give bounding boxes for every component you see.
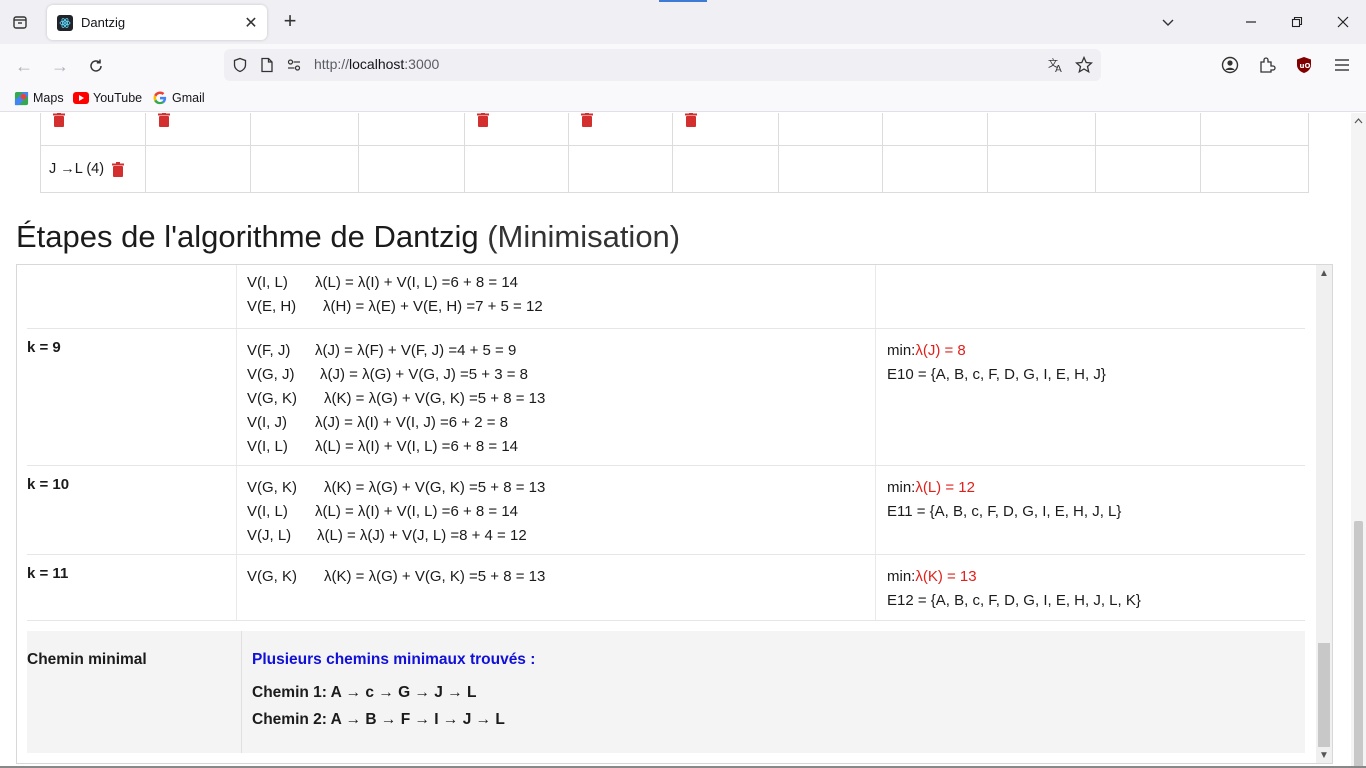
calc-line: V(G, J) λ(J) = λ(G) + V(G, J) =5 + 3 = 8 bbox=[247, 366, 528, 383]
minimal-path-label: Chemin minimal bbox=[27, 651, 147, 668]
page-scrollbar-thumb[interactable] bbox=[1354, 521, 1363, 768]
steps-panel[interactable]: V(I, L) λ(L) = λ(I) + V(I, L) =6 + 8 = 14… bbox=[16, 264, 1333, 764]
active-tab[interactable]: Dantzig ✕ bbox=[47, 5, 267, 40]
minimal-path-row: Chemin minimal Plusieurs chemins minimau… bbox=[27, 631, 1305, 753]
table-row: J →L (4) bbox=[40, 145, 1309, 193]
react-icon bbox=[57, 14, 73, 31]
step-row: k = 11 V(G, K) λ(K) = λ(G) + V(G, K) =5 +… bbox=[27, 555, 1305, 621]
step-row: V(I, L) λ(L) = λ(I) + V(I, L) =6 + 8 = 14… bbox=[27, 265, 1305, 329]
maps-icon bbox=[13, 90, 29, 106]
ublock-icon[interactable]: uO bbox=[1292, 53, 1316, 77]
step-row: k = 9 V(F, J) λ(J) = λ(F) + V(F, J) =4 + … bbox=[27, 329, 1305, 466]
calc-line: V(G, K) λ(K) = λ(G) + V(G, K) =5 + 8 = 13 bbox=[247, 568, 546, 585]
path-1: Chemin 1: A → c → G → J → L bbox=[252, 684, 477, 701]
step-calculations: V(G, K) λ(K) = λ(G) + V(G, K) =5 + 8 = 13… bbox=[247, 466, 876, 554]
google-icon bbox=[152, 90, 168, 106]
step-result: min:λ(L) = 12 E11 = {A, B, c, F, D, G, I… bbox=[887, 466, 1305, 524]
extensions-icon[interactable] bbox=[1255, 53, 1279, 77]
navigation-bar: ← → http://localhost:3000 文A uO bbox=[0, 44, 1366, 86]
calc-line: V(I, L) λ(L) = λ(I) + V(I, L) =6 + 8 = 14 bbox=[247, 503, 519, 520]
scroll-up-icon[interactable]: ▲ bbox=[1316, 265, 1332, 281]
scrollbar-thumb[interactable] bbox=[1318, 643, 1330, 747]
min-value: λ(J) = 8 bbox=[915, 342, 966, 359]
min-value: λ(K) = 13 bbox=[915, 568, 977, 585]
shield-icon[interactable] bbox=[230, 55, 250, 75]
reload-icon[interactable] bbox=[82, 52, 110, 80]
calc-line: V(I, L) λ(L) = λ(I) + V(I, L) =6 + 8 = 14 bbox=[247, 274, 519, 291]
step-row: k = 10 V(G, K) λ(K) = λ(G) + V(G, K) =5 +… bbox=[27, 466, 1305, 555]
youtube-icon bbox=[73, 90, 89, 106]
calc-line: V(I, J) λ(J) = λ(I) + V(I, J) =6 + 2 = 8 bbox=[247, 414, 508, 431]
step-k: k = 10 bbox=[27, 466, 237, 554]
calc-line: V(F, J) λ(J) = λ(F) + V(F, J) =4 + 5 = 9 bbox=[247, 342, 517, 359]
bookmark-maps[interactable]: Maps bbox=[13, 90, 64, 106]
path-2: Chemin 2: A → B → F → I → J → L bbox=[252, 711, 505, 728]
minimal-path-content: Plusieurs chemins minimaux trouvés : Che… bbox=[241, 631, 535, 753]
close-window-icon[interactable] bbox=[1323, 8, 1363, 36]
tab-list-icon[interactable] bbox=[8, 10, 32, 34]
page-icon[interactable] bbox=[257, 55, 277, 75]
trash-icon[interactable] bbox=[581, 113, 593, 128]
translate-icon[interactable]: 文A bbox=[1046, 55, 1066, 75]
page-content: J →L (4) Étapes de l'algorithme de Dantz… bbox=[0, 113, 1366, 768]
trash-icon[interactable] bbox=[685, 113, 697, 128]
new-tab-icon[interactable]: + bbox=[278, 10, 302, 34]
tab-indicator bbox=[659, 0, 707, 2]
calc-line: V(E, H) λ(H) = λ(E) + V(E, H) =7 + 5 = 12 bbox=[247, 298, 543, 315]
trash-icon[interactable] bbox=[158, 113, 170, 128]
svg-text:A: A bbox=[1055, 64, 1062, 74]
minimize-icon[interactable] bbox=[1231, 8, 1271, 36]
calc-line: V(G, K) λ(K) = λ(G) + V(G, K) =5 + 8 = 13 bbox=[247, 390, 546, 407]
bookmarks-bar: Maps YouTube Gmail bbox=[0, 86, 1366, 112]
calc-line: V(I, L) λ(L) = λ(I) + V(I, L) =6 + 8 = 14 bbox=[247, 438, 519, 455]
bookmark-label: Maps bbox=[33, 91, 64, 105]
calc-line: V(J, L) λ(L) = λ(J) + V(J, L) =8 + 4 = 12 bbox=[247, 527, 527, 544]
tab-title: Dantzig bbox=[81, 15, 126, 30]
step-result: min:λ(K) = 13 E12 = {A, B, c, F, D, G, I… bbox=[887, 555, 1305, 613]
close-tab-icon[interactable]: ✕ bbox=[239, 11, 263, 35]
back-icon[interactable]: ← bbox=[10, 52, 38, 80]
url-text[interactable]: http://localhost:3000 bbox=[314, 56, 439, 72]
bookmark-label: YouTube bbox=[93, 91, 143, 105]
trash-icon[interactable] bbox=[112, 161, 125, 177]
tab-overflow-chevron-icon[interactable] bbox=[1148, 8, 1188, 36]
bookmark-gmail[interactable]: Gmail bbox=[152, 90, 205, 106]
set-value: E11 = {A, B, c, F, D, G, I, E, H, J, L} bbox=[887, 503, 1122, 520]
calc-line: V(G, K) λ(K) = λ(G) + V(G, K) =5 + 8 = 13 bbox=[247, 479, 546, 496]
step-calculations: V(F, J) λ(J) = λ(F) + V(F, J) =4 + 5 = 9 … bbox=[247, 329, 876, 465]
bookmark-star-icon[interactable] bbox=[1074, 55, 1094, 75]
svg-text:uO: uO bbox=[1300, 62, 1311, 70]
set-value: E10 = {A, B, c, F, D, G, I, E, H, J} bbox=[887, 366, 1106, 383]
step-calculations: V(I, L) λ(L) = λ(I) + V(I, L) =6 + 8 = 14… bbox=[247, 265, 876, 328]
restore-icon[interactable] bbox=[1277, 8, 1317, 36]
trash-icon[interactable] bbox=[477, 113, 489, 128]
menu-icon[interactable] bbox=[1330, 53, 1354, 77]
trash-icon[interactable] bbox=[53, 113, 65, 128]
step-k: k = 9 bbox=[27, 329, 237, 465]
step-calculations: V(G, K) λ(K) = λ(G) + V(G, K) =5 + 8 = 13 bbox=[247, 555, 876, 620]
forward-icon[interactable]: → bbox=[46, 52, 74, 80]
bookmark-label: Gmail bbox=[172, 91, 205, 105]
page-scrollbar[interactable] bbox=[1351, 113, 1366, 768]
scroll-down-icon[interactable]: ▼ bbox=[1316, 747, 1332, 763]
step-k: k = 11 bbox=[27, 555, 237, 620]
permissions-icon[interactable] bbox=[284, 55, 304, 75]
step-k bbox=[27, 265, 237, 328]
paths-found-heading: Plusieurs chemins minimaux trouvés : bbox=[252, 651, 536, 668]
section-subtitle: (Minimisation) bbox=[487, 219, 681, 254]
bookmark-youtube[interactable]: YouTube bbox=[73, 90, 142, 106]
min-value: λ(L) = 12 bbox=[915, 479, 975, 496]
arc-label: J →L (4) bbox=[49, 161, 105, 178]
step-result: min:λ(J) = 8 E10 = {A, B, c, F, D, G, I,… bbox=[887, 329, 1305, 387]
arcs-table: J →L (4) bbox=[40, 113, 1309, 193]
page-scroll-up-icon[interactable] bbox=[1354, 117, 1363, 125]
tab-bar: Dantzig ✕ + bbox=[0, 0, 1366, 44]
table-row bbox=[40, 113, 1309, 146]
account-icon[interactable] bbox=[1218, 53, 1242, 77]
set-value: E12 = {A, B, c, F, D, G, I, E, H, J, L, … bbox=[887, 592, 1141, 609]
address-bar[interactable]: http://localhost:3000 文A bbox=[224, 49, 1101, 81]
steps-scrollbar[interactable]: ▲ ▼ bbox=[1316, 265, 1332, 763]
section-title: Étapes de l'algorithme de Dantzig (Minim… bbox=[16, 219, 681, 254]
